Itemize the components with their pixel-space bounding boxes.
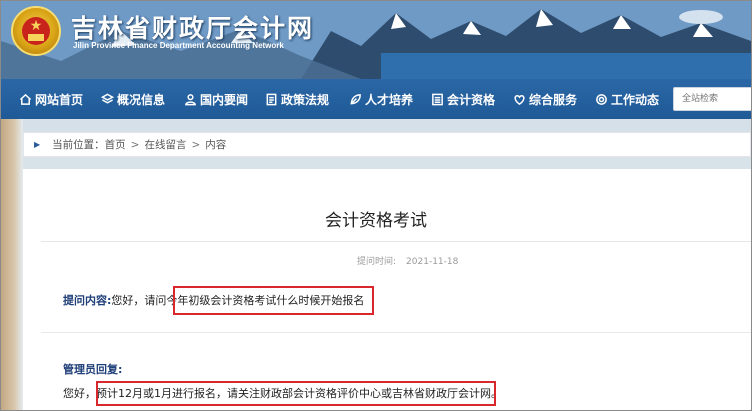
nav-item-label: 工作动态 [611, 92, 660, 107]
qa-divider [41, 332, 751, 333]
date-label: 提问时间: [357, 257, 397, 267]
nav-item-home[interactable]: 网站首页 [19, 79, 83, 119]
question-highlight-box [173, 286, 374, 315]
breadcrumb-home[interactable]: 首页 [105, 137, 126, 152]
nav-item-label: 概况信息 [117, 92, 166, 107]
caret-right-icon: ▶ [34, 140, 41, 149]
title-divider [41, 241, 751, 242]
nav-item-label: 国内要闻 [200, 92, 249, 107]
national-emblem-logo[interactable]: ★ [11, 6, 61, 56]
list-icon [432, 93, 443, 105]
leaf-icon [350, 93, 361, 104]
heart-icon [514, 94, 525, 105]
main-nav: 网站首页 概况信息 国内要闻 政策法规 人才培养 会计资格 综合服务 工作动态 [1, 79, 751, 119]
nav-item-policies[interactable]: 政策法规 [265, 79, 329, 119]
layers-icon [101, 93, 114, 104]
nav-item-label: 会计资格 [447, 92, 496, 107]
nav-item-talent[interactable]: 人才培养 [349, 79, 413, 119]
nav-item-overview[interactable]: 概况信息 [101, 79, 165, 119]
breadcrumb-messages[interactable]: 在线留言 [144, 137, 186, 152]
page-title: 会计资格考试 [325, 211, 427, 231]
nav-item-label: 人才培养 [365, 92, 414, 107]
site-header: ★ 吉林省财政厅会计网 Jilin Province Finance Depar… [1, 1, 751, 79]
nav-item-domestic-news[interactable]: 国内要闻 [184, 79, 248, 119]
document-icon [266, 93, 277, 105]
answer-text: 您好， [63, 387, 96, 400]
person-icon [185, 93, 196, 105]
answer-highlight-box [96, 381, 496, 406]
home-icon [19, 93, 32, 105]
post-date: 提问时间: 2021-11-18 [357, 254, 468, 267]
side-decoration [1, 119, 23, 410]
question-text: 您好，请问 [111, 294, 167, 307]
breadcrumb-current: 内容 [205, 139, 227, 151]
site-title[interactable]: 吉林省财政厅会计网 [71, 9, 314, 45]
nav-item-label: 网站首页 [35, 92, 84, 107]
nav-item-qualification[interactable]: 会计资格 [431, 79, 495, 119]
nav-item-services[interactable]: 综合服务 [513, 79, 577, 119]
breadcrumb: ▶ 当前位置： 首页 > 在线留言 > 内容 [23, 132, 751, 157]
breadcrumb-separator: > [191, 138, 201, 151]
site-search-input[interactable] [673, 87, 751, 111]
date-value: 2021-11-18 [406, 257, 459, 267]
breadcrumb-separator: > [130, 138, 140, 151]
site-subtitle: Jilin Province Finance Department Accoun… [73, 41, 284, 50]
nav-item-label: 综合服务 [529, 92, 578, 107]
nav-item-work-news[interactable]: 工作动态 [595, 79, 659, 119]
gear-icon [596, 93, 607, 105]
nav-item-label: 政策法规 [281, 92, 330, 107]
answer-label: 管理员回复: [63, 363, 123, 376]
breadcrumb-prefix: 当前位置： [52, 139, 105, 151]
question-label: 提问内容: [63, 294, 112, 307]
